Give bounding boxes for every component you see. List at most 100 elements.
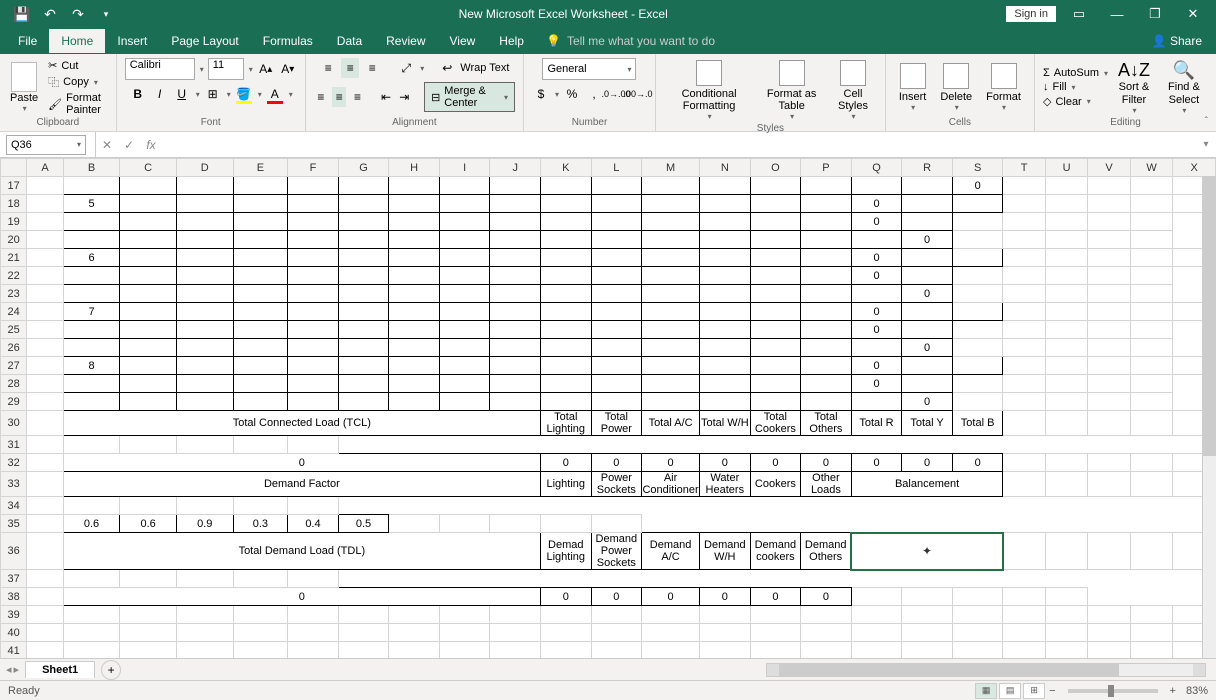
cell-H21[interactable]	[389, 249, 440, 267]
cell-Q21[interactable]: 0	[851, 249, 902, 267]
cell-C24[interactable]	[120, 303, 177, 321]
sheet-nav-first-icon[interactable]: ◂	[6, 663, 12, 676]
cell-G21[interactable]	[338, 249, 389, 267]
cell-E22[interactable]	[176, 267, 233, 285]
cell-V23[interactable]	[1045, 285, 1087, 303]
cell-P26[interactable]	[750, 339, 801, 357]
cell-U29[interactable]	[1003, 393, 1045, 411]
cell-G24[interactable]	[338, 303, 389, 321]
cell-O40[interactable]	[750, 624, 801, 642]
wrap-text-icon[interactable]: ↩	[438, 58, 456, 78]
delete-cells-button[interactable]: Delete▾	[935, 61, 977, 114]
cell-K26[interactable]	[490, 339, 541, 357]
cell-W37[interactable]	[233, 570, 288, 588]
collapse-ribbon-icon[interactable]: ˆ	[1205, 116, 1208, 127]
cell-L21[interactable]	[591, 249, 642, 267]
cell-L25[interactable]	[541, 321, 592, 339]
cell-H29[interactable]	[338, 393, 389, 411]
share-button[interactable]: 👤 Share	[1152, 34, 1216, 48]
cell-X31[interactable]	[288, 436, 339, 454]
cell-V38[interactable]	[952, 588, 1003, 606]
cell-Q23[interactable]	[801, 285, 852, 303]
cell-G18[interactable]	[338, 195, 389, 213]
cell-M24[interactable]	[642, 303, 700, 321]
cell-O36[interactable]: Demand cookers	[750, 533, 801, 570]
wrap-text-label[interactable]: Wrap Text	[460, 62, 509, 74]
cell-A31[interactable]	[27, 436, 63, 454]
cell-J20[interactable]	[439, 231, 490, 249]
cell-U36[interactable]	[1045, 533, 1087, 570]
cell-A26[interactable]	[27, 339, 63, 357]
tab-home[interactable]: Home	[49, 29, 105, 53]
font-size-dropdown[interactable]: 11	[208, 58, 244, 80]
cell-V20[interactable]	[1045, 231, 1087, 249]
cell-G23[interactable]	[288, 285, 339, 303]
cell-F21[interactable]	[288, 249, 339, 267]
row-header-29[interactable]: 29	[1, 393, 27, 411]
col-header-K[interactable]: K	[541, 159, 592, 177]
cell-H25[interactable]	[338, 321, 389, 339]
cell-U35[interactable]	[439, 515, 490, 533]
cell-W39[interactable]	[1130, 606, 1172, 624]
cell-C41[interactable]	[120, 642, 177, 659]
cell-Q19[interactable]	[801, 213, 852, 231]
cell-X35[interactable]	[591, 515, 642, 533]
cell-V19[interactable]	[1045, 213, 1087, 231]
cell-V31[interactable]	[176, 436, 233, 454]
cell-D21[interactable]	[176, 249, 233, 267]
font-color-button[interactable]: A	[266, 84, 284, 104]
cell-N40[interactable]	[700, 624, 751, 642]
comma-format-icon[interactable]: ,	[585, 84, 603, 104]
cell-M23[interactable]	[591, 285, 642, 303]
cell-P33[interactable]: Other Loads	[801, 472, 852, 497]
cell-S23[interactable]: 0	[902, 285, 953, 303]
cell-E23[interactable]	[176, 285, 233, 303]
cell-O24[interactable]	[750, 303, 801, 321]
col-header-H[interactable]: H	[389, 159, 440, 177]
col-header-O[interactable]: O	[750, 159, 801, 177]
cell-T32[interactable]	[1003, 454, 1045, 472]
cell-X29[interactable]	[1130, 393, 1172, 411]
cell-G17[interactable]	[338, 177, 389, 195]
spreadsheet-grid[interactable]: ABCDEFGHIJKLMNOPQRSTUVWX1701850190200216…	[0, 158, 1216, 658]
cell-U24[interactable]	[1045, 303, 1087, 321]
cell-F41[interactable]	[288, 642, 339, 659]
cell-G41[interactable]	[338, 642, 389, 659]
cell-V29[interactable]	[1045, 393, 1087, 411]
cell-R18[interactable]	[902, 195, 953, 213]
cell-G39[interactable]	[338, 606, 389, 624]
cell-O20[interactable]	[700, 231, 751, 249]
cell-S21[interactable]	[952, 249, 1003, 267]
cell-A29[interactable]	[27, 393, 63, 411]
cell-I29[interactable]	[389, 393, 440, 411]
cell-K40[interactable]	[541, 624, 592, 642]
cut-button[interactable]: ✂Cut	[48, 59, 108, 72]
cell-V33[interactable]	[1088, 472, 1130, 497]
ribbon-options-icon[interactable]: ▭	[1064, 3, 1094, 25]
cell-N29[interactable]	[642, 393, 700, 411]
conditional-formatting-button[interactable]: Conditional Formatting▾	[664, 58, 754, 123]
tab-data[interactable]: Data	[325, 29, 374, 53]
cell-G28[interactable]	[288, 375, 339, 393]
cell-I28[interactable]	[389, 375, 440, 393]
cell-U38[interactable]	[902, 588, 953, 606]
row-header-26[interactable]: 26	[1, 339, 27, 357]
cell-K29[interactable]	[490, 393, 541, 411]
align-left-icon[interactable]: ≡	[314, 87, 328, 107]
underline-button[interactable]: U	[173, 84, 191, 104]
cell-B36[interactable]: Total Demand Load (TDL)	[63, 533, 540, 570]
cell-K41[interactable]	[541, 642, 592, 659]
cell-D17[interactable]	[176, 177, 233, 195]
fill-color-button[interactable]: 🪣	[235, 84, 253, 104]
find-select-button[interactable]: 🔍Find & Select▾	[1160, 58, 1208, 116]
cell-T19[interactable]	[952, 213, 1003, 231]
cell-I21[interactable]	[439, 249, 490, 267]
cell-F24[interactable]	[288, 303, 339, 321]
cell-O18[interactable]	[750, 195, 801, 213]
cell-W30[interactable]	[1130, 411, 1172, 436]
cell-V27[interactable]	[1088, 357, 1130, 375]
cell-M27[interactable]	[642, 357, 700, 375]
cell-L35[interactable]: 0.6	[120, 515, 177, 533]
cell-L20[interactable]	[541, 231, 592, 249]
cell-O26[interactable]	[700, 339, 751, 357]
